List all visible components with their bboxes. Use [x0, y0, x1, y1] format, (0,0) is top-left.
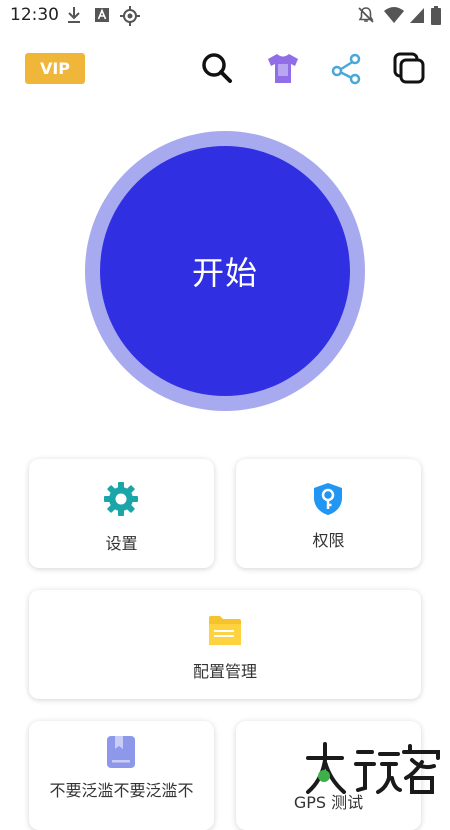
config-management-label: 配置管理 [192, 662, 257, 681]
settings-card[interactable]: 设置 [29, 459, 214, 568]
no-flood-label: 不要泛滥不要泛滥不 [49, 781, 194, 800]
notifications-off-icon [358, 7, 374, 23]
folder-icon [209, 616, 241, 645]
status-bar: 12:30 [0, 0, 450, 32]
bookmark-doc-icon [107, 736, 135, 768]
share-icon[interactable] [328, 50, 364, 86]
settings-label: 设置 [105, 534, 138, 553]
config-management-card[interactable]: 配置管理 [29, 590, 421, 699]
search-icon[interactable] [199, 50, 235, 86]
no-flood-card[interactable]: 不要泛滥不要泛滥不 [29, 721, 214, 830]
signal-icon [410, 8, 424, 23]
permissions-card[interactable]: 权限 [236, 459, 421, 568]
shield-key-icon [314, 483, 342, 515]
gear-icon [104, 482, 138, 516]
status-time: 12:30 [10, 5, 59, 25]
gps-icon [120, 6, 140, 26]
watermark-logo [306, 742, 440, 794]
start-button[interactable]: 开始 [100, 146, 350, 396]
wifi-icon [384, 7, 404, 23]
theme-shirt-icon[interactable] [265, 50, 301, 86]
permissions-label: 权限 [312, 531, 345, 550]
copy-icon[interactable] [391, 50, 427, 86]
top-action-bar: VIP [0, 44, 450, 94]
font-a-icon [95, 8, 109, 22]
download-icon [68, 7, 80, 23]
battery-icon [431, 6, 441, 25]
vip-button[interactable]: VIP [25, 53, 85, 84]
